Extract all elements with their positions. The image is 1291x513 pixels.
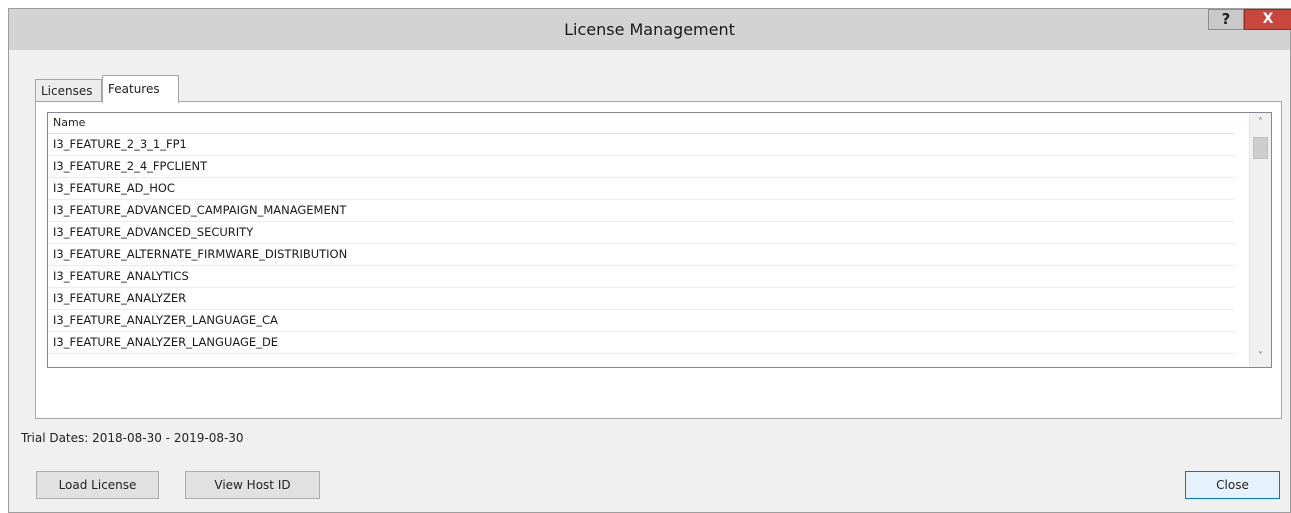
chevron-up-icon[interactable]: ˄ <box>1250 113 1271 133</box>
view-host-id-button[interactable]: View Host ID <box>185 471 320 499</box>
list-item[interactable]: I3_FEATURE_ANALYZER_LANGUAGE_CA <box>48 310 1234 332</box>
window-close-button[interactable]: X <box>1244 9 1291 30</box>
scrollbar-thumb[interactable] <box>1253 137 1268 159</box>
list-item[interactable]: I3_FEATURE_2_3_1_FP1 <box>48 134 1234 156</box>
tab-features[interactable]: Features <box>102 75 179 103</box>
title-bar[interactable]: License Management ? X <box>9 9 1291 50</box>
features-tab-panel: Name I3_FEATURE_2_3_1_FP1 I3_FEATURE_2_4… <box>35 101 1282 419</box>
list-item[interactable]: I3_FEATURE_ANALYZER <box>48 288 1234 310</box>
list-item[interactable]: I3_FEATURE_ANALYTICS <box>48 266 1234 288</box>
list-item[interactable]: I3_FEATURE_ADVANCED_CAMPAIGN_MANAGEMENT <box>48 200 1234 222</box>
vertical-scrollbar[interactable]: ˄ ˅ <box>1249 113 1271 367</box>
features-list-body: I3_FEATURE_2_3_1_FP1 I3_FEATURE_2_4_FPCL… <box>48 134 1234 367</box>
chevron-down-icon[interactable]: ˅ <box>1250 347 1271 367</box>
tab-licenses[interactable]: Licenses <box>35 79 102 102</box>
list-item[interactable]: I3_FEATURE_ALTERNATE_FIRMWARE_DISTRIBUTI… <box>48 244 1234 266</box>
list-item[interactable]: I3_FEATURE_2_4_FPCLIENT <box>48 156 1234 178</box>
features-list[interactable]: Name I3_FEATURE_2_3_1_FP1 I3_FEATURE_2_4… <box>47 112 1272 368</box>
trial-dates: Trial Dates: 2018-08-30 - 2019-08-30 <box>21 431 244 445</box>
load-license-button[interactable]: Load License <box>36 471 159 499</box>
list-item[interactable]: I3_FEATURE_ANALYZER_LANGUAGE_DE <box>48 332 1234 354</box>
help-button[interactable]: ? <box>1208 9 1244 30</box>
window-title: License Management <box>564 20 735 39</box>
list-item[interactable]: I3_FEATURE_ADVANCED_SECURITY <box>48 222 1234 244</box>
license-management-dialog: License Management ? X Licenses Features… <box>8 8 1291 513</box>
close-button[interactable]: Close <box>1185 471 1280 499</box>
list-item[interactable]: I3_FEATURE_AD_HOC <box>48 178 1234 200</box>
column-header-name[interactable]: Name <box>48 113 1234 134</box>
